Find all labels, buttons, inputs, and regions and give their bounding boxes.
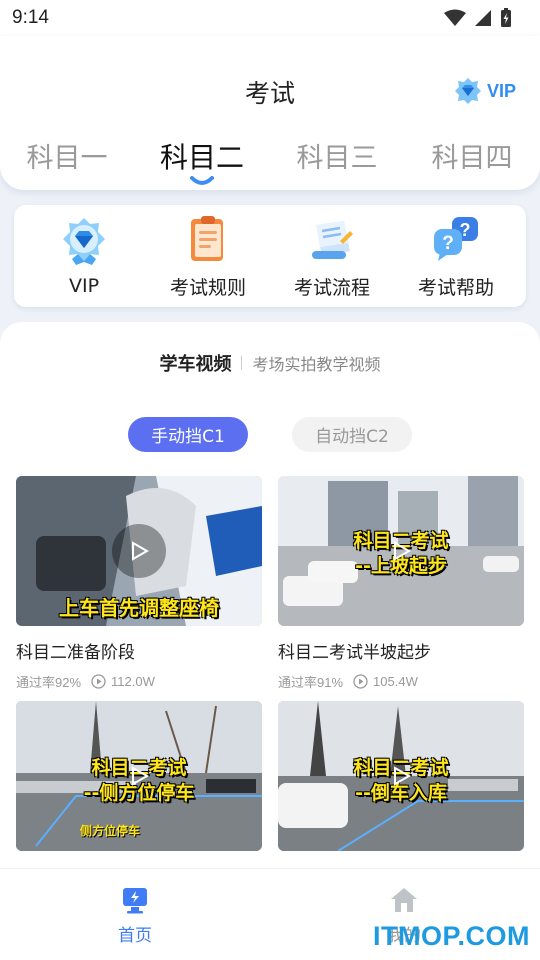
tab-subject-two[interactable]: 科目二 xyxy=(147,136,257,176)
play-circle-icon xyxy=(91,674,106,689)
vip-button[interactable]: VIP xyxy=(453,76,516,106)
play-icon xyxy=(132,766,150,786)
view-count-value: 105.4W xyxy=(373,674,418,689)
vip-label: VIP xyxy=(486,80,516,101)
tab-manual-c1[interactable]: 手动挡C1 xyxy=(128,417,248,452)
wifi-icon xyxy=(444,9,466,26)
video-thumbnail[interactable]: 科目二考试 --上坡起步 xyxy=(278,476,524,626)
question-bubble-icon: ? ? xyxy=(434,216,478,261)
thumbnail-caption: 上车首先调整座椅 xyxy=(59,596,219,620)
feature-label: 考试流程 xyxy=(293,276,370,299)
status-bar: 9:14 xyxy=(0,0,540,36)
diamond-badge-icon xyxy=(63,218,105,265)
video-meta: 通过率92% 112.0W xyxy=(16,672,262,691)
video-thumbnail[interactable]: 上车首先调整座椅 xyxy=(16,476,262,626)
nav-home[interactable]: 首页 xyxy=(95,885,175,946)
view-count-value: 112.0W xyxy=(111,674,155,689)
header-card: 考试 VIP 科目一 科目二 科目三 科目四 xyxy=(0,36,540,190)
thumbnail-overlay-label: 侧方位停车 xyxy=(79,824,140,838)
bottom-nav: 首页 我的 ITMOP.COM xyxy=(0,868,540,960)
video-meta: 通过率91% 105.4W xyxy=(278,672,524,691)
video-section: 学车视频 考场实拍教学视频 手动挡C1 自动挡C2 上车首先调整座椅 科目二准备… xyxy=(0,322,540,888)
play-icon xyxy=(132,541,150,561)
section-divider xyxy=(241,356,243,370)
svg-text:?: ? xyxy=(442,233,454,254)
profile-house-icon xyxy=(391,888,417,912)
feature-label: 考试帮助 xyxy=(417,276,494,299)
battery-icon xyxy=(501,8,511,27)
play-button[interactable] xyxy=(374,524,428,578)
play-circle-icon xyxy=(353,674,368,689)
view-count: 112.0W xyxy=(91,674,155,689)
tab-subject-four[interactable]: 科目四 xyxy=(417,136,527,175)
video-thumbnail[interactable]: 科目二考试 --侧方位停车 侧方位停车 xyxy=(16,701,262,851)
watermark: ITMOP.COM xyxy=(372,921,530,951)
tab-subject-three[interactable]: 科目三 xyxy=(282,136,392,175)
video-thumbnail[interactable]: 科目二考试 --倒车入库 xyxy=(278,701,524,851)
video-card[interactable]: 科目二考试 --倒车入库 科目二考试倒车入库 xyxy=(278,701,524,888)
video-title: 科目二准备阶段 xyxy=(16,643,135,663)
diamond-badge-icon xyxy=(454,78,481,104)
signal-icon xyxy=(475,10,491,26)
scroll-icon xyxy=(312,220,353,259)
feature-label: 考试规则 xyxy=(169,276,246,299)
feature-exam-help[interactable]: ? ? 考试帮助 xyxy=(397,213,515,300)
feature-exam-rules[interactable]: 考试规则 xyxy=(149,213,267,300)
play-icon xyxy=(394,766,412,786)
section-subtitle: 考场实拍教学视频 xyxy=(252,355,381,374)
video-title: 科目二考试半坡起步 xyxy=(278,643,431,663)
subject-tabs: 科目一 科目二 科目三 科目四 xyxy=(0,136,540,186)
status-time: 9:14 xyxy=(12,7,49,28)
feature-label: VIP xyxy=(68,275,100,297)
home-monitor-icon xyxy=(123,888,147,914)
play-button[interactable] xyxy=(112,749,166,803)
play-icon xyxy=(394,541,412,561)
clipboard-icon xyxy=(191,215,223,261)
section-header: 学车视频 考场实拍教学视频 xyxy=(0,350,540,376)
play-button[interactable] xyxy=(112,524,166,578)
view-count: 105.4W xyxy=(353,674,418,689)
pass-rate: 通过率92% xyxy=(16,675,82,690)
video-card[interactable]: 上车首先调整座椅 科目二准备阶段 通过率92% 112.0W xyxy=(16,476,262,691)
pass-rate: 通过率91% xyxy=(278,675,344,690)
tab-automatic-c2[interactable]: 自动挡C2 xyxy=(292,417,412,452)
feature-grid: VIP 考试规则 考试流程 ? ? 考试帮助 xyxy=(14,205,526,307)
nav-label: 首页 xyxy=(118,926,152,946)
video-card[interactable]: 科目二考试 --上坡起步 科目二考试半坡起步 通过率91% 105.4W xyxy=(278,476,524,691)
play-button[interactable] xyxy=(374,749,428,803)
status-icons xyxy=(444,8,512,28)
tab-subject-one[interactable]: 科目一 xyxy=(12,136,122,175)
feature-vip[interactable]: VIP xyxy=(25,215,143,297)
video-card[interactable]: 科目二考试 --侧方位停车 侧方位停车 科目二考试侧方位停车 xyxy=(16,701,262,888)
feature-exam-process[interactable]: 考试流程 xyxy=(273,213,391,300)
active-tab-indicator xyxy=(190,176,214,185)
section-title: 学车视频 xyxy=(159,354,232,375)
